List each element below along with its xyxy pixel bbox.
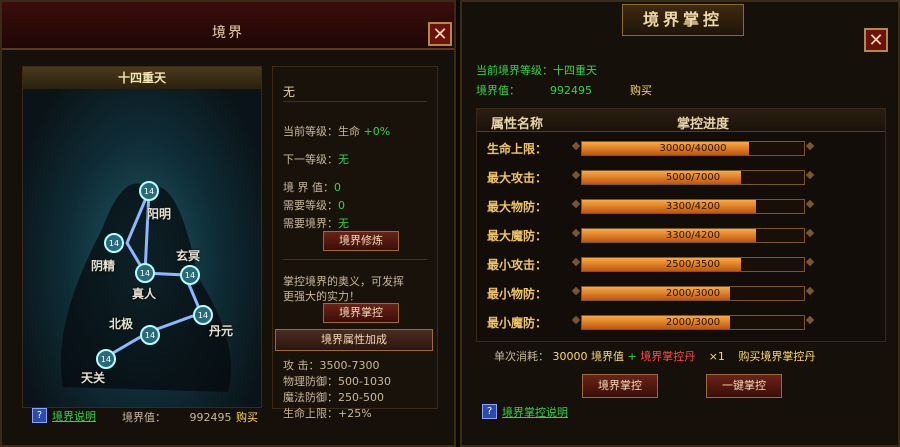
col-progress: 掌控进度 [677, 117, 730, 132]
node-label-zhenren: 真人 [132, 287, 157, 301]
bar-cap-icon [805, 286, 815, 296]
attr-row-magdef: 魔法防御：250-500 [283, 391, 384, 404]
control-row: 最大魔防： 3300/4200 [477, 222, 885, 248]
bar-cap-icon [805, 257, 815, 267]
stage-name: 无 [283, 85, 296, 99]
constellation-map: 十四重天 14 14 14 14 14 14 14 阳明 阴精 玄冥 真人 北极… [22, 66, 262, 408]
bar-cap-icon [805, 315, 815, 325]
node-label-xuanming: 玄冥 [176, 249, 201, 263]
col-attr-name: 属性名称 [491, 117, 544, 132]
progress-text: 2500/3500 [665, 259, 721, 270]
node-badge: 14 [145, 331, 155, 340]
help-icon[interactable]: ? [482, 404, 497, 419]
progress-bar: 2000/3000 [581, 286, 805, 301]
buy-link[interactable]: 购买 [630, 82, 652, 98]
bar-cap-icon [805, 170, 815, 180]
node-label-danyuan: 丹元 [209, 324, 234, 338]
bar-cap-icon [571, 199, 581, 209]
bar-cap-icon [571, 228, 581, 238]
progress-text: 2000/3000 [665, 317, 721, 328]
bar-cap-icon [571, 170, 581, 180]
progress-bar: 2000/3000 [581, 315, 805, 330]
bar-cap-icon [571, 315, 581, 325]
divider [283, 101, 427, 102]
realm-help-link[interactable]: 境界说明 [52, 408, 96, 424]
node-badge: 14 [198, 311, 208, 320]
progress-bar: 30000/40000 [581, 141, 805, 156]
attr-row-hp: 生命上限：+25% [283, 407, 372, 420]
attr-bonus-header: 境界属性加成 [275, 329, 433, 351]
row-label: 最小攻击： [487, 258, 548, 272]
realm-value-row: 境界值： 992495 [476, 84, 592, 97]
control-row: 最大攻击： 5000/7000 [477, 164, 885, 190]
control-table: 属性名称 掌控进度 生命上限： 30000/40000 最大攻击： 5000/7000… [476, 108, 886, 342]
control-row: 生命上限： 30000/40000 [477, 135, 885, 161]
train-button[interactable]: 境界修炼 [323, 231, 399, 251]
row-label: 最大攻击： [487, 171, 548, 185]
progress-text: 5000/7000 [665, 172, 721, 183]
row-label: 最大魔防： [487, 229, 548, 243]
progress-bar: 2500/3500 [581, 257, 805, 272]
control-row: 最小物防： 2000/3000 [477, 280, 885, 306]
close-icon[interactable]: ✕ [864, 28, 888, 52]
progress-text: 3300/4200 [665, 201, 721, 212]
realm-panel: 境界 ✕ 十四重天 14 14 14 14 14 14 14 阳明 阴精 玄冥 … [0, 0, 456, 447]
constellation-graph: 14 14 14 14 14 14 14 [61, 181, 232, 392]
current-level: 当前等级：生命 +0% [283, 125, 391, 138]
bar-cap-icon [571, 141, 581, 151]
progress-text: 30000/40000 [659, 143, 727, 154]
progress-text: 3300/4200 [665, 230, 721, 241]
need-level: 需要等级：0 [283, 199, 345, 212]
cost-line: 单次消耗： 30000 境界值 + 境界掌控丹 ×1 购买境界掌控丹 [494, 350, 816, 363]
progress-bar: 3300/4200 [581, 228, 805, 243]
need-realm: 需要境界：无 [283, 217, 349, 230]
realm-title-bar[interactable]: 境界 [2, 2, 454, 50]
node-label-yangming: 阳明 [147, 207, 172, 221]
row-label: 最小魔防： [487, 316, 548, 330]
next-level: 下一等级：无 [283, 153, 349, 166]
node-badge: 14 [101, 355, 111, 364]
divider [283, 259, 427, 260]
realm-value: 境 界 值：0 [283, 181, 341, 194]
control-row: 最大物防： 3300/4200 [477, 193, 885, 219]
realm-info-panel: 无 当前等级：生命 +0% 下一等级：无 境 界 值：0 需要等级：0 需要境界… [272, 66, 438, 420]
progress-bar: 3300/4200 [581, 199, 805, 214]
bar-cap-icon [805, 228, 815, 238]
node-badge: 14 [144, 187, 154, 196]
node-label-tianguan: 天关 [81, 371, 106, 385]
bar-cap-icon [805, 199, 815, 209]
control-desc-2: 更强大的实力！ [283, 290, 360, 303]
row-label: 生命上限： [487, 142, 548, 156]
bar-cap-icon [571, 286, 581, 296]
row-label: 最小物防： [487, 287, 548, 301]
control-row: 最小攻击： 2500/3500 [477, 251, 885, 277]
control-title: 境界掌控 [622, 4, 744, 36]
control-button[interactable]: 境界掌控 [582, 374, 658, 398]
progress-bar: 5000/7000 [581, 170, 805, 185]
help-icon[interactable]: ? [32, 408, 47, 423]
bar-cap-icon [805, 141, 815, 151]
realm-title: 境界 [212, 25, 244, 41]
node-badge: 14 [140, 269, 150, 278]
realm-control-panel: 境界掌控 ✕ 当前境界等级：十四重天 境界值： 992495 购买 属性名称 掌控… [460, 0, 900, 447]
close-icon[interactable]: ✕ [428, 22, 452, 46]
control-desc-1: 掌控境界的奥义，可发挥 [283, 275, 404, 288]
bar-cap-icon [571, 257, 581, 267]
attr-row-attack: 攻 击：3500-7300 [283, 359, 380, 372]
row-label: 最大物防： [487, 200, 548, 214]
progress-text: 2000/3000 [665, 288, 721, 299]
current-realm-level: 当前境界等级：十四重天 [476, 64, 597, 77]
one-key-control-button[interactable]: 一键掌控 [706, 374, 782, 398]
control-help-link[interactable]: 境界掌控说明 [502, 404, 568, 420]
table-header: 属性名称 掌控进度 [477, 109, 885, 132]
control-row: 最小魔防： 2000/3000 [477, 309, 885, 335]
node-label-yinjing: 阴精 [91, 259, 116, 273]
attr-row-physdef: 物理防御：500-1030 [283, 375, 391, 388]
control-button[interactable]: 境界掌控 [323, 303, 399, 323]
node-badge: 14 [185, 271, 195, 280]
buy-link[interactable]: 购买 [236, 409, 258, 425]
footer-realm: 境界值： 992495 [122, 411, 232, 424]
node-label-beiji: 北极 [109, 317, 134, 331]
node-badge: 14 [109, 239, 119, 248]
